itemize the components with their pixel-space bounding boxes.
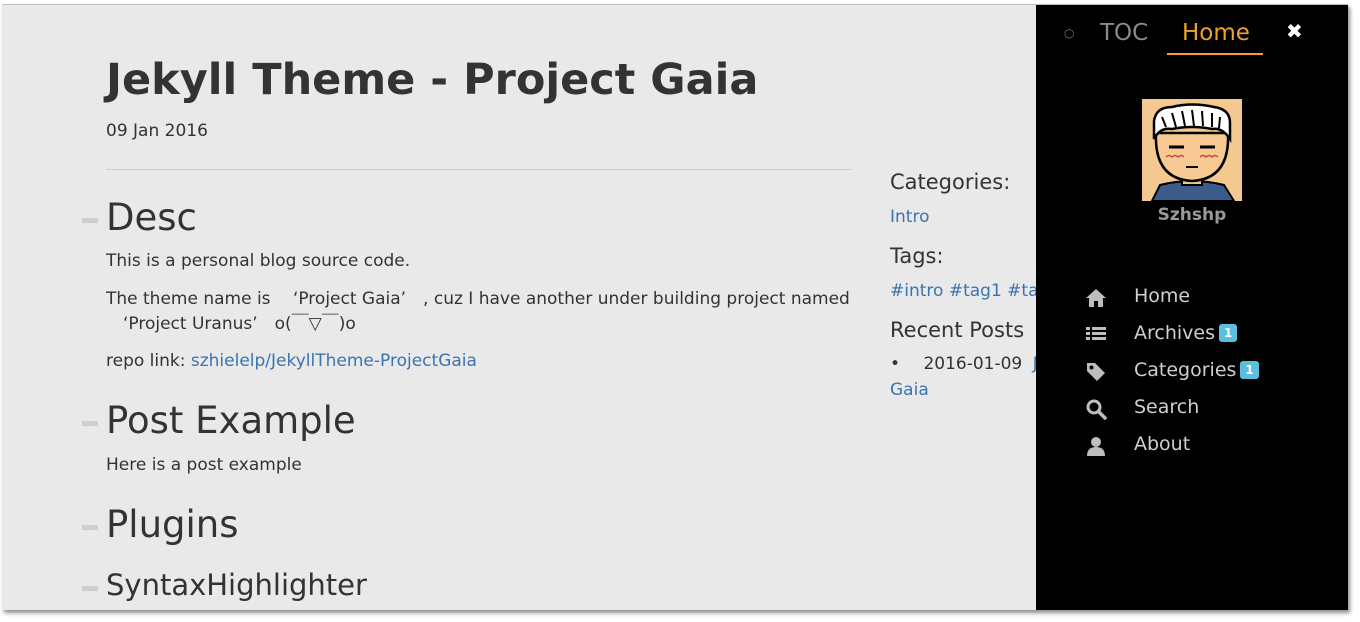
avatar[interactable] — [1142, 99, 1242, 201]
paragraph-desc: This is a personal blog source code. — [106, 251, 411, 271]
sidebar-item-home[interactable]: Home — [1084, 283, 1324, 313]
categories-label: Categories — [1134, 359, 1237, 381]
divider — [106, 169, 852, 170]
sidebar-item-label: Archives 1 — [1134, 322, 1238, 344]
sidebar-item-label: Categories 1 — [1134, 359, 1259, 381]
tag-icon — [1087, 363, 1105, 381]
sidebar-item-archives[interactable]: Archives 1 — [1084, 320, 1324, 350]
sidebar-item-search[interactable]: Search — [1084, 394, 1324, 424]
sidebar-item-about[interactable]: About — [1084, 431, 1324, 461]
page-title: Jekyll Theme - Project Gaia — [106, 55, 759, 105]
author-name: Szhshp — [1157, 205, 1227, 225]
count-badge: 1 — [1219, 324, 1238, 342]
circle-icon: ○ — [1064, 26, 1075, 40]
repo-line: repo link: szhielelp/JekyllTheme-Project… — [106, 349, 477, 374]
paragraph-theme-name: The theme name is ‘Project Gaia’ , cuz I… — [106, 287, 850, 312]
home-icon — [1086, 289, 1106, 307]
list-icon — [1086, 327, 1106, 340]
post-date: 09 Jan 2016 — [106, 121, 208, 141]
paragraph-theme-name-line2: ‘Project Uranus’ o(￣▽￣)o — [106, 314, 356, 334]
tab-toc[interactable]: TOC — [1100, 20, 1148, 46]
heading-desc: Desc — [82, 196, 197, 239]
sidebar-item-label: Home — [1134, 285, 1191, 307]
paragraph-theme-name-line1: The theme name is ‘Project Gaia’ , cuz I… — [106, 289, 850, 309]
tags-label: Tags: — [890, 244, 944, 268]
recent-posts-label: Recent Posts — [890, 318, 1025, 342]
browser-viewport: Jekyll Theme - Project Gaia 09 Jan 2016 … — [2, 4, 1348, 610]
recent-post-item: • 2016-01-09 J — [890, 354, 1038, 374]
repo-label: repo link: — [106, 351, 191, 371]
active-tab-indicator — [1167, 53, 1263, 55]
recent-post-link-cont[interactable]: Gaia — [890, 380, 929, 400]
user-icon — [1087, 437, 1105, 456]
tag-links[interactable]: #intro #tag1 #tag — [890, 281, 1049, 301]
tab-home[interactable]: Home — [1182, 20, 1250, 46]
sidebar-item-label: About — [1134, 433, 1191, 455]
bullet-icon: • — [890, 354, 901, 374]
paragraph-post-example: Here is a post example — [106, 455, 302, 475]
count-badge: 1 — [1240, 361, 1259, 379]
search-icon — [1086, 399, 1107, 420]
paragraph-theme-name-cont: ‘Project Uranus’ o(￣▽￣)o — [106, 312, 356, 337]
recent-post-date: 2016-01-09 — [923, 354, 1023, 374]
sidebar-item-label: Search — [1134, 396, 1200, 418]
category-link[interactable]: Intro — [890, 207, 929, 227]
repo-link[interactable]: szhielelp/JekyllTheme-ProjectGaia — [191, 351, 477, 371]
sidebar-panel: ○ TOC Home ✖ Szhshp Home Archives 1 Cate… — [1036, 5, 1348, 610]
sidebar-item-categories[interactable]: Categories 1 — [1084, 357, 1324, 387]
archives-label: Archives — [1134, 322, 1215, 344]
close-icon[interactable]: ✖ — [1286, 19, 1303, 43]
categories-label: Categories: — [890, 170, 1011, 194]
heading-post-example: Post Example — [82, 399, 356, 442]
heading-syntaxhighlighter: SyntaxHighlighter — [82, 568, 367, 602]
heading-plugins: Plugins — [82, 503, 239, 546]
